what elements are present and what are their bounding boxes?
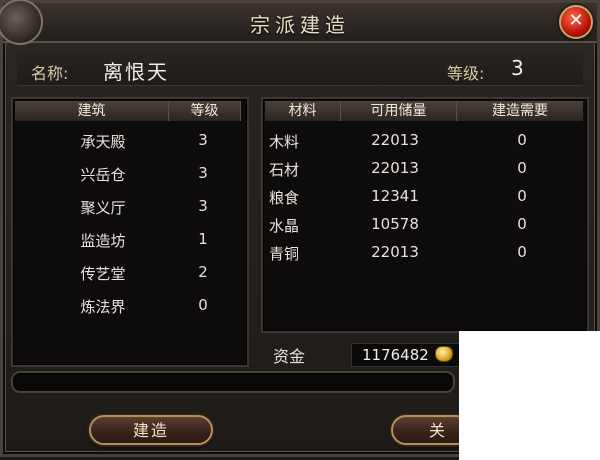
buildings-panel: 建筑 等级 承天殿 3 兴岳仓 3 聚义厅 3 监造坊 1 传艺堂 2 炼法界 … [11, 97, 249, 367]
title-bar: 宗派建造 ✕ [0, 0, 597, 45]
building-name[interactable]: 聚义厅 [43, 197, 163, 218]
building-level: 3 [198, 164, 208, 182]
material-name: 水晶 [269, 217, 300, 235]
building-level: 0 [198, 296, 208, 314]
building-name[interactable]: 监造坊 [43, 230, 163, 251]
funds-value: 1176482 [362, 346, 429, 364]
column-header-required: 建造需要 [457, 101, 583, 121]
material-name: 青铜 [269, 245, 300, 263]
material-required: 0 [517, 215, 527, 233]
building-name[interactable]: 兴岳仓 [43, 164, 163, 185]
building-level: 1 [198, 230, 208, 248]
gold-coin-icon [435, 346, 453, 362]
building-level: 3 [198, 131, 208, 149]
building-level: 3 [198, 197, 208, 215]
material-required: 0 [517, 187, 527, 205]
material-required: 0 [517, 159, 527, 177]
material-available: 22013 [371, 131, 419, 149]
image-crop-area [459, 331, 600, 460]
material-available: 22013 [371, 159, 419, 177]
column-header-material: 材料 [265, 101, 341, 121]
column-header-building: 建筑 [15, 101, 169, 121]
build-progress-bar [11, 371, 455, 393]
sect-build-window: 宗派建造 ✕ 名称: 离恨天 等级: 3 建筑 等级 承天殿 3 兴岳仓 3 聚… [0, 0, 600, 460]
building-name[interactable]: 承天殿 [43, 131, 163, 152]
build-button[interactable]: 建造 [89, 415, 213, 445]
close-icon[interactable]: ✕ [559, 5, 593, 39]
window-title: 宗派建造 [250, 13, 350, 37]
column-header-available: 可用储量 [341, 101, 457, 121]
building-name[interactable]: 炼法界 [43, 296, 163, 317]
material-available: 12341 [371, 187, 419, 205]
funds-label: 资金 [273, 347, 306, 366]
name-label: 名称: [31, 64, 69, 83]
material-available: 10578 [371, 215, 419, 233]
sect-info-bar: 名称: 离恨天 等级: 3 [17, 51, 583, 86]
column-header-level: 等级 [169, 101, 241, 121]
material-available: 22013 [371, 243, 419, 261]
material-name: 石材 [269, 161, 300, 179]
building-level: 2 [198, 263, 208, 281]
material-name: 木料 [269, 133, 300, 151]
building-name[interactable]: 传艺堂 [43, 263, 163, 284]
material-required: 0 [517, 131, 527, 149]
sect-name: 离恨天 [103, 60, 169, 84]
material-name: 粮食 [269, 189, 300, 207]
sect-level: 3 [511, 56, 524, 80]
materials-panel: 材料 可用储量 建造需要 木料 22013 0 石材 22013 0 粮食 12… [261, 97, 589, 333]
material-required: 0 [517, 243, 527, 261]
level-label: 等级: [447, 64, 485, 83]
